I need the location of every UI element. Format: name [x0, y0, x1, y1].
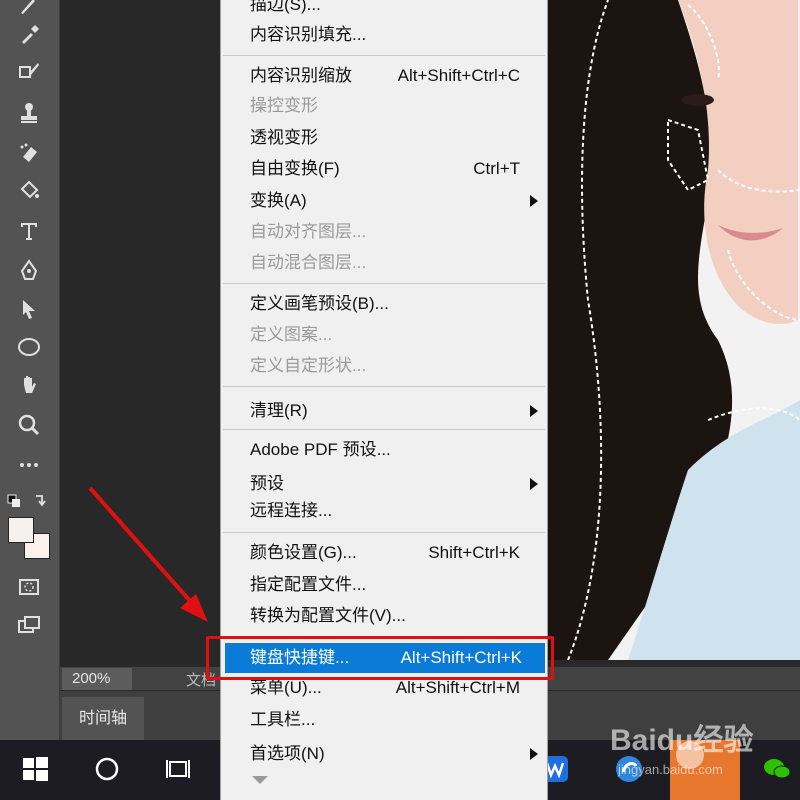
hand-tool-icon[interactable] — [12, 370, 46, 400]
screen-mode-icon[interactable] — [12, 610, 46, 640]
menu-item-label: 透视变形 — [250, 128, 318, 147]
menu-item-label: 清理(R) — [250, 401, 308, 420]
swap-colors-icon[interactable] — [6, 492, 50, 510]
pen-tool-icon[interactable] — [12, 256, 46, 286]
eyedropper-tool-icon[interactable] — [12, 20, 46, 50]
menu-item-label: 颜色设置(G)... — [250, 543, 357, 562]
menu-item-transform[interactable]: 变换(A) — [221, 186, 547, 216]
menu-item-label: 定义自定形状... — [250, 356, 367, 375]
submenu-arrow-icon — [530, 748, 538, 760]
watermark-url: jingyan.baidu.com — [617, 762, 723, 777]
menu-item-adobe-pdf-presets[interactable]: Adobe PDF 预设... — [221, 435, 547, 465]
menu-item-perspective-warp[interactable]: 透视变形 — [221, 123, 547, 153]
menu-item-label: 远程连接... — [250, 501, 333, 520]
menu-item-label: 自动混合图层... — [250, 253, 367, 272]
edit-menu-dropdown: 描边(S)... 内容识别填充... 内容识别缩放 Alt+Shift+Ctrl+… — [220, 0, 548, 800]
tab-timeline[interactable]: 时间轴 — [62, 697, 144, 741]
menu-item-label: 定义画笔预设(B)... — [250, 294, 389, 313]
menu-item-free-transform[interactable]: 自由变换(F) Ctrl+T — [221, 154, 547, 184]
task-view-icon[interactable] — [164, 754, 194, 784]
menu-item-label: 预设 — [250, 474, 284, 493]
menu-item-label: 描边(S)... — [250, 0, 321, 14]
menu-item-puppet-warp: 操控变形 — [221, 91, 547, 121]
menu-separator — [223, 532, 545, 533]
scroll-down-arrow-icon[interactable] — [252, 776, 268, 784]
menu-separator — [223, 386, 545, 387]
paint-bucket-tool-icon[interactable] — [12, 176, 46, 206]
baidu-jingyan-watermark: Baidu经验 jingyan.baidu.com — [610, 723, 753, 777]
menu-item-content-aware-fill[interactable]: 内容识别填充... — [221, 20, 547, 50]
zoom-level[interactable]: 200% — [62, 668, 132, 690]
menu-item-label: 自由变换(F) — [250, 159, 340, 178]
menu-item-label: 定义图案... — [250, 325, 333, 344]
path-selection-tool-icon[interactable] — [12, 294, 46, 324]
menu-item-define-brush-preset[interactable]: 定义画笔预设(B)... — [221, 289, 547, 319]
menu-item-label: 首选项(N) — [250, 744, 325, 763]
more-tools-icon[interactable] — [12, 450, 46, 480]
submenu-arrow-icon — [530, 195, 538, 207]
menu-item-remote-connections[interactable]: 远程连接... — [221, 496, 547, 526]
eraser-tool-icon[interactable] — [12, 138, 46, 168]
zoom-tool-icon[interactable] — [12, 410, 46, 440]
menu-item-preferences[interactable]: 首选项(N) — [221, 739, 547, 769]
submenu-arrow-icon — [530, 405, 538, 417]
annotation-arrow-icon — [88, 486, 208, 622]
menu-separator — [223, 429, 545, 430]
menu-item-shortcut: Ctrl+T — [473, 159, 520, 178]
menu-item-define-custom-shape: 定义自定形状... — [221, 351, 547, 381]
menu-item-label: 内容识别填充... — [250, 25, 367, 44]
quick-mask-icon[interactable] — [12, 572, 46, 602]
menu-item-label: 转换为配置文件(V)... — [250, 606, 406, 625]
healing-brush-tool-icon[interactable] — [12, 56, 46, 86]
tools-panel — [0, 0, 60, 740]
menu-item-content-aware-scale[interactable]: 内容识别缩放 Alt+Shift+Ctrl+C — [221, 61, 547, 91]
ellipse-tool-icon[interactable] — [12, 332, 46, 362]
menu-item-label: 工具栏... — [250, 710, 316, 729]
menu-item-convert-to-profile[interactable]: 转换为配置文件(V)... — [221, 601, 547, 631]
menu-item-auto-blend-layers: 自动混合图层... — [221, 248, 547, 278]
menu-item-label: 指定配置文件... — [250, 575, 367, 594]
menu-item-stroke[interactable]: 描边(S)... — [221, 0, 547, 20]
submenu-arrow-icon — [530, 478, 538, 490]
menu-item-define-pattern: 定义图案... — [221, 320, 547, 350]
cortana-search-icon[interactable] — [92, 754, 122, 784]
menu-item-toolbar[interactable]: 工具栏... — [221, 705, 547, 735]
menu-item-label: 操控变形 — [250, 96, 318, 115]
menu-item-label: 自动对齐图层... — [250, 222, 367, 241]
menu-item-purge[interactable]: 清理(R) — [221, 396, 547, 426]
menu-item-color-settings[interactable]: 颜色设置(G)... Shift+Ctrl+K — [221, 538, 547, 568]
menu-item-shortcut: Alt+Shift+Ctrl+C — [397, 66, 520, 85]
type-tool-icon[interactable] — [12, 216, 46, 246]
menu-separator — [223, 55, 545, 56]
menu-item-label: Adobe PDF 预设... — [250, 440, 391, 459]
menu-item-label: 内容识别缩放 — [250, 66, 352, 85]
menu-item-auto-align-layers: 自动对齐图层... — [221, 217, 547, 247]
annotation-highlight-box — [206, 636, 554, 680]
menu-separator — [223, 283, 545, 284]
menu-item-shortcut: Shift+Ctrl+K — [428, 543, 520, 562]
foreground-color-swatch[interactable] — [8, 517, 34, 543]
menu-item-presets[interactable]: 预设 — [221, 469, 547, 499]
menu-item-assign-profile[interactable]: 指定配置文件... — [221, 570, 547, 600]
stamp-tool-icon[interactable] — [12, 98, 46, 128]
document-image — [548, 0, 800, 660]
menu-item-label: 变换(A) — [250, 191, 307, 210]
windows-start-icon[interactable] — [20, 754, 50, 784]
watermark-brand: Baidu经验 — [610, 723, 753, 757]
brush-tool-icon[interactable] — [12, 0, 46, 20]
